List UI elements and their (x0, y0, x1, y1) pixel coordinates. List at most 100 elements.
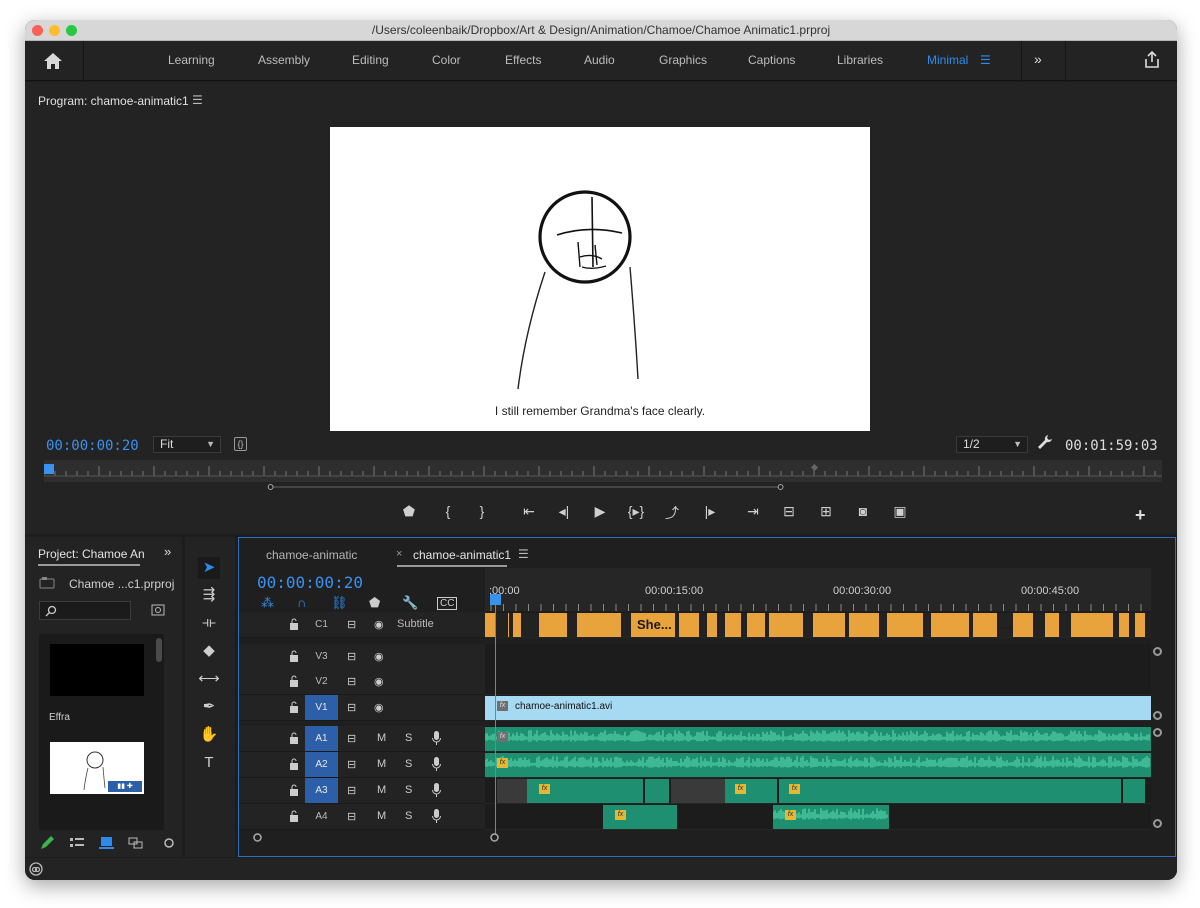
lift-icon[interactable]: ⊟ (779, 503, 799, 520)
add-marker-icon[interactable]: ⬟ (399, 503, 419, 520)
workspace-audio[interactable]: Audio (584, 53, 615, 67)
step-forward-frame-icon[interactable]: |▸ (700, 503, 720, 520)
step-forward-icon[interactable]: {▸} (626, 503, 646, 520)
program-panel-title[interactable]: Program: chamoe-animatic1 (38, 94, 189, 108)
program-frame[interactable]: I still remember Grandma's face clearly. (330, 127, 870, 431)
lock-icon[interactable] (289, 701, 299, 713)
button-editor-plus-icon[interactable]: + (1135, 505, 1146, 526)
panel-menu-icon[interactable]: ☰ (192, 93, 203, 107)
timeline-horizontal-scrollbar[interactable] (253, 833, 499, 842)
solo-button[interactable]: S (405, 758, 412, 770)
tab-chamoe-animatic1[interactable]: chamoe-animatic1 (413, 548, 511, 562)
lock-icon[interactable] (289, 675, 299, 687)
linked-selection-icon[interactable]: ⛓ (331, 595, 348, 611)
timeline-ruler[interactable]: :00:00 00:00:15:00 00:00:30:00 00:00:45:… (485, 568, 1154, 611)
track-area[interactable]: fx (485, 752, 1151, 778)
go-to-in-icon[interactable]: ⇤ (519, 503, 539, 520)
hand-tool-icon[interactable]: ✋ (198, 724, 220, 746)
audio-clip[interactable]: fx (527, 779, 643, 803)
mute-button[interactable]: M (377, 784, 386, 796)
captions-cc-icon[interactable]: CC (437, 597, 458, 610)
track-area[interactable] (485, 669, 1151, 695)
track-area[interactable]: fx (485, 726, 1151, 752)
razor-tool-icon[interactable]: ◆ (198, 640, 220, 662)
project-search-input[interactable] (39, 601, 131, 620)
track-area[interactable]: She... ... (485, 612, 1151, 638)
solo-button[interactable]: S (405, 810, 412, 822)
lock-icon[interactable] (289, 810, 299, 822)
lock-icon[interactable] (289, 758, 299, 770)
sync-lock-icon[interactable]: ⊟ (347, 701, 356, 714)
video-track-scroll-handle[interactable] (1153, 647, 1162, 656)
audio-clip[interactable]: fx (779, 779, 1121, 803)
nest-icon[interactable]: ⁂ (261, 595, 274, 611)
add-marker-icon[interactable]: ⬟ (369, 595, 380, 611)
audio-clip[interactable]: fx (603, 805, 677, 829)
eye-icon[interactable]: ◉ (374, 650, 384, 663)
track-name[interactable]: V3 (305, 644, 338, 669)
tab-chamoe-animatic[interactable]: chamoe-animatic (266, 548, 357, 562)
video-track-scroll-handle[interactable] (1153, 711, 1162, 720)
audio-clip[interactable] (645, 779, 669, 803)
timeline-timecode[interactable]: 00:00:00:20 (257, 573, 363, 592)
workspace-libraries[interactable]: Libraries (837, 53, 883, 67)
solo-button[interactable]: S (405, 732, 412, 744)
workspace-graphics[interactable]: Graphics (659, 53, 707, 67)
workspace-assembly[interactable]: Assembly (258, 53, 310, 67)
project-panel-title[interactable]: Project: Chamoe An (38, 547, 145, 561)
eye-icon[interactable]: ◉ (374, 618, 384, 631)
lock-icon[interactable] (289, 732, 299, 744)
lock-icon[interactable] (289, 650, 299, 662)
audio-clip[interactable] (1123, 779, 1145, 803)
microphone-icon[interactable] (432, 783, 441, 798)
slip-tool-icon[interactable]: ⟷ (198, 668, 220, 690)
workspace-minimal[interactable]: Minimal (927, 53, 968, 67)
workspace-learning[interactable]: Learning (168, 53, 215, 67)
playback-resolution-select[interactable]: 1/2 ▼ (956, 436, 1028, 453)
loop-icon[interactable]: ⤴ (662, 503, 682, 523)
sync-lock-icon[interactable]: ⊟ (347, 758, 356, 771)
camera-icon[interactable]: ◙ (853, 503, 873, 519)
monitor-time-ruler[interactable] (44, 460, 1162, 482)
audio-track-scroll-handle[interactable] (1153, 728, 1162, 737)
zoom-level-select[interactable]: Fit ▼ (153, 436, 221, 453)
snap-magnet-icon[interactable]: ∩ (297, 595, 306, 610)
more-panels-icon[interactable]: » (164, 544, 171, 559)
mute-button[interactable]: M (377, 732, 386, 744)
workspace-menu-icon[interactable]: ☰ (980, 53, 991, 67)
extract-icon[interactable]: ⊞ (816, 503, 836, 520)
bin-scrollbar[interactable] (156, 638, 162, 662)
track-area[interactable]: fx fx fx (485, 778, 1151, 804)
sync-lock-icon[interactable]: ⊟ (347, 618, 356, 631)
track-name[interactable]: V2 (305, 669, 338, 694)
pen-tool-icon[interactable]: ✒ (198, 696, 220, 718)
bin-item-thumbnail[interactable] (50, 644, 144, 696)
timeline-playhead[interactable] (490, 594, 501, 605)
sync-lock-icon[interactable]: ⊟ (347, 650, 356, 663)
sync-lock-icon[interactable]: ⊟ (347, 732, 356, 745)
sync-lock-icon[interactable]: ⊟ (347, 810, 356, 823)
play-icon[interactable]: ▶ (590, 503, 610, 520)
microphone-icon[interactable] (432, 757, 441, 772)
workspace-effects[interactable]: Effects (505, 53, 541, 67)
timeline-settings-wrench-icon[interactable]: 🔧 (402, 595, 418, 611)
close-tab-icon[interactable]: × (396, 548, 402, 560)
microphone-icon[interactable] (432, 809, 441, 824)
audio-clip[interactable]: fx (725, 779, 777, 803)
mute-button[interactable]: M (377, 810, 386, 822)
eye-icon[interactable]: ◉ (374, 675, 384, 688)
selection-tool-icon[interactable]: ➤ (198, 557, 220, 579)
workspace-captions[interactable]: Captions (748, 53, 795, 67)
workspace-color[interactable]: Color (432, 53, 461, 67)
compare-view-icon[interactable]: ▣ (890, 503, 910, 520)
eye-icon[interactable]: ◉ (374, 701, 384, 714)
monitor-playhead[interactable] (44, 464, 54, 474)
track-name[interactable]: A3 (305, 778, 338, 803)
track-name[interactable]: C1 (305, 612, 338, 637)
step-back-icon[interactable]: ◂| (554, 503, 574, 520)
track-area[interactable] (485, 644, 1151, 670)
track-area[interactable]: fx fx (485, 804, 1151, 830)
bin-item-thumbnail[interactable]: ▮▮ ✚ (50, 742, 144, 794)
audio-track-scroll-handle[interactable] (1153, 819, 1162, 828)
go-to-out-icon[interactable]: ⇥ (743, 503, 763, 520)
